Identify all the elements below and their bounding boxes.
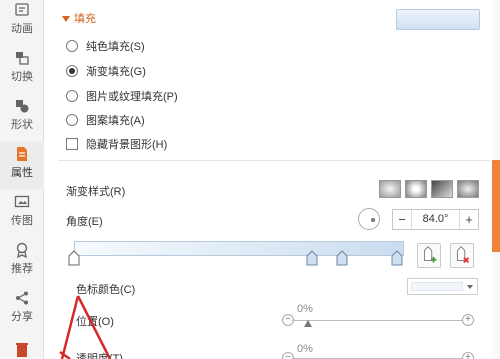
gradient-bar[interactable]: [74, 241, 404, 256]
radio-indicator-selected[interactable]: [66, 65, 78, 77]
upload-image-icon: [14, 195, 30, 208]
rail-label-animation: 动画: [11, 23, 33, 35]
rail-label-recommend: 推荐: [11, 263, 33, 275]
gradient-style-linear-button[interactable]: [379, 180, 401, 198]
angle-decrement-button[interactable]: −: [393, 210, 411, 229]
radio-gradient-fill[interactable]: 渐变填充(G): [66, 62, 146, 80]
delete-icon: [16, 343, 28, 357]
fill-preview-swatch[interactable]: [396, 9, 480, 30]
rail-item-shape[interactable]: 形状: [0, 94, 44, 142]
gradient-stop[interactable]: [306, 250, 318, 266]
add-stop-button[interactable]: [417, 243, 441, 268]
radio-pattern-fill[interactable]: 图案填充(A): [66, 111, 145, 129]
recommend-icon: [16, 242, 28, 258]
angle-dial[interactable]: [358, 208, 380, 230]
position-slider-track[interactable]: [292, 320, 468, 321]
rail-label-share: 分享: [11, 311, 33, 323]
angle-increment-button[interactable]: +: [460, 210, 478, 229]
rail-label-properties: 属性: [11, 167, 33, 179]
angle-spinner: − 84.0° +: [392, 209, 479, 230]
shape-icon: [16, 100, 29, 113]
hide-background-label: 隐藏背景图形(H): [86, 139, 168, 151]
angle-label: 角度(E): [66, 216, 103, 228]
rail-item-upload[interactable]: 传图: [0, 190, 44, 238]
gradient-stop-selected[interactable]: [68, 250, 80, 266]
position-slider-thumb[interactable]: [304, 320, 312, 327]
transparency-value: 0%: [297, 343, 313, 355]
radio-gradient-fill-label: 渐变填充(G): [86, 66, 146, 78]
rail-item-share[interactable]: 分享: [0, 286, 44, 334]
gradient-stop[interactable]: [336, 250, 348, 266]
rail-label-shape: 形状: [11, 119, 33, 131]
rail-item-transition[interactable]: 切换: [0, 46, 44, 94]
transparency-plus-button[interactable]: +: [462, 352, 474, 359]
radio-solid-fill-label: 纯色填充(S): [86, 41, 145, 53]
gradient-style-rect-button[interactable]: [431, 180, 453, 198]
gradient-stop[interactable]: [391, 250, 403, 266]
scroll-accent-tab[interactable]: [492, 160, 500, 252]
fill-section-header[interactable]: 填充: [62, 10, 96, 26]
radio-indicator[interactable]: [66, 114, 78, 126]
gradient-style-label: 渐变样式(R): [66, 186, 126, 198]
radio-solid-fill[interactable]: 纯色填充(S): [66, 37, 145, 55]
transition-icon: [16, 52, 29, 65]
section-divider: [58, 160, 490, 161]
remove-stop-icon: [456, 246, 470, 264]
animation-icon: [15, 3, 29, 16]
position-value: 0%: [297, 303, 313, 315]
share-icon: [16, 291, 28, 305]
position-label: 位置(O): [76, 316, 114, 328]
add-stop-icon: [423, 246, 437, 263]
chevron-down-icon: [467, 285, 473, 289]
angle-value-input[interactable]: 84.0°: [411, 210, 460, 229]
rail-item-delete[interactable]: [0, 334, 44, 359]
stop-color-swatch: [411, 282, 463, 291]
radio-indicator[interactable]: [66, 40, 78, 52]
radio-indicator[interactable]: [66, 90, 78, 102]
fill-section-title: 填充: [74, 13, 96, 25]
transparency-label: 透明度(T): [76, 353, 124, 359]
properties-icon: [17, 147, 27, 161]
collapse-triangle-icon: [62, 16, 70, 23]
left-rail: 动画 切换 形状 属性 传图 推荐 分享: [0, 0, 44, 359]
rail-label-transition: 切换: [11, 71, 33, 83]
hide-background-checkbox[interactable]: 隐藏背景图形(H): [66, 135, 167, 153]
rail-item-properties[interactable]: 属性: [0, 142, 44, 190]
checkbox-indicator[interactable]: [66, 138, 78, 150]
rail-item-animation[interactable]: 动画: [0, 0, 44, 48]
gradient-style-path-button[interactable]: [457, 180, 479, 198]
rail-label-upload: 传图: [11, 215, 33, 227]
radio-picture-fill[interactable]: 图片或纹理填充(P): [66, 87, 178, 105]
gradient-style-radial-button[interactable]: [405, 180, 427, 198]
rail-item-recommend[interactable]: 推荐: [0, 238, 44, 286]
radio-pattern-fill-label: 图案填充(A): [86, 115, 145, 127]
position-plus-button[interactable]: +: [462, 314, 474, 326]
stop-color-dropdown[interactable]: [407, 278, 478, 295]
remove-stop-button[interactable]: [450, 243, 474, 268]
radio-picture-fill-label: 图片或纹理填充(P): [86, 91, 178, 103]
stop-color-label: 色标颜色(C): [76, 284, 136, 296]
